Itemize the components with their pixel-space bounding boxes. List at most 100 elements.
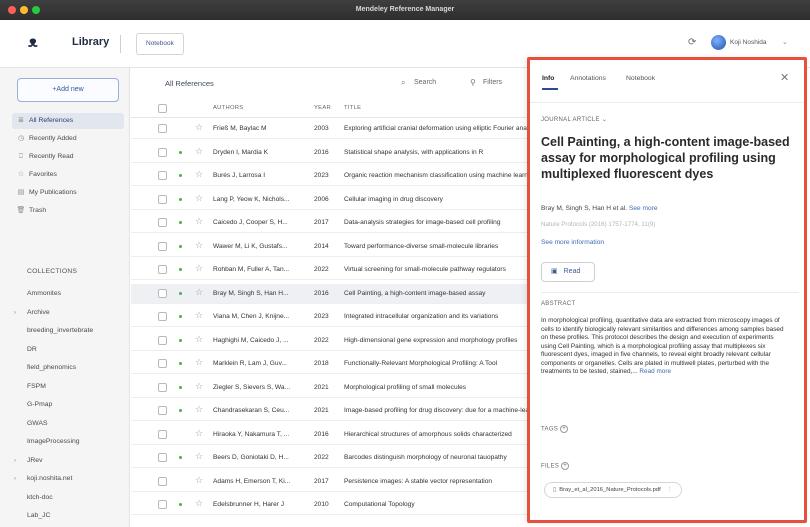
close-icon[interactable]: ✕ [780, 71, 789, 84]
row-checkbox[interactable] [158, 500, 167, 509]
read-button[interactable]: ▣ Read [541, 262, 595, 282]
star-icon[interactable]: ☆ [195, 146, 203, 157]
see-more-authors-link[interactable]: See more [629, 205, 658, 212]
row-checkbox[interactable] [158, 194, 167, 204]
sidebar-item-my-publications[interactable]: ▤ My Publications [12, 185, 124, 201]
row-checkbox[interactable] [158, 265, 167, 274]
more-options-icon[interactable]: ⋮ [667, 487, 673, 493]
row-checkbox[interactable] [158, 335, 167, 345]
sync-icon[interactable]: ⟳ [688, 37, 696, 48]
star-icon[interactable]: ☆ [195, 216, 203, 227]
star-icon[interactable]: ☆ [195, 475, 203, 486]
document-title[interactable]: Cell Painting, a high-content image-base… [541, 134, 796, 182]
table-row[interactable]: ☆ Caicedo J, Cooper S, H... 2017 Data-analy… [131, 213, 531, 233]
add-new-button[interactable]: +Add new [17, 78, 119, 102]
collection-item[interactable]: ImageProcessing [4, 434, 124, 450]
sidebar-item-trash[interactable]: 🗑 Trash [12, 203, 124, 219]
collection-item[interactable]: › Archive [4, 305, 124, 321]
star-icon[interactable]: ☆ [195, 263, 203, 274]
collection-item[interactable]: DR [4, 342, 124, 358]
filter-icon[interactable]: ⚲ [470, 78, 476, 87]
collection-item[interactable]: ktch-doc [4, 490, 124, 506]
see-more-information-link[interactable]: See more information [541, 239, 604, 246]
file-attachment[interactable]: ▯ Bray_et_al_2016_Nature_Protocols.pdf ⋮ [544, 482, 682, 498]
sidebar-item-recently-added[interactable]: ◷ Recently Added [12, 131, 124, 147]
collection-item[interactable]: › koji.noshita.net [4, 471, 124, 487]
tab-info[interactable]: Info [542, 75, 554, 82]
star-icon[interactable]: ☆ [195, 451, 203, 462]
row-checkbox[interactable] [158, 476, 167, 486]
search-button[interactable]: Search [414, 79, 436, 86]
table-row[interactable]: ☆ Marklein R, Lam J, Guv... 2018 Functional… [131, 354, 531, 374]
zoom-window-button[interactable] [32, 6, 40, 14]
table-row[interactable]: ☆ Dryden I, Mardia K 2016 Statistical shape… [131, 143, 531, 163]
chevron-down-icon[interactable]: ⌄ [782, 38, 788, 46]
row-checkbox[interactable] [158, 218, 167, 227]
collection-item[interactable]: field_phenomics [4, 360, 124, 376]
collection-item[interactable]: Ammonites [4, 286, 124, 302]
collection-item[interactable]: GWAS [4, 416, 124, 432]
table-row[interactable]: ☆ Hiraoka Y, Nakamura T, ... 2016 Hierarchi… [131, 425, 531, 445]
collection-item[interactable]: breeding_invertebrate [4, 323, 124, 339]
star-icon[interactable]: ☆ [195, 428, 203, 439]
select-all-checkbox[interactable] [158, 104, 167, 113]
table-row[interactable]: ☆ Viana M, Chen J, Knijne... 2023 Integrate… [131, 307, 531, 327]
sidebar-item-all-references[interactable]: ≣ All References [12, 113, 124, 129]
search-icon[interactable]: ⌕ [401, 78, 405, 88]
star-icon[interactable]: ☆ [195, 240, 203, 251]
star-icon[interactable]: ☆ [195, 334, 203, 345]
table-row[interactable]: ☆ Frieß M, Baylac M 2003 Exploring artifici… [131, 119, 531, 139]
sidebar-item-recently-read[interactable]: ⎕ Recently Read [12, 149, 124, 165]
column-authors[interactable]: AUTHORS [213, 105, 243, 111]
table-row[interactable]: ☆ Ziegler S, Sievers S, Wa... 2021 Morpholo… [131, 378, 531, 398]
chevron-right-icon[interactable]: › [14, 471, 16, 487]
star-icon[interactable]: ☆ [195, 193, 203, 204]
document-type-dropdown[interactable]: JOURNAL ARTICLE ⌄ [541, 116, 607, 123]
row-checkbox[interactable] [158, 429, 167, 439]
row-checkbox[interactable] [158, 382, 167, 392]
table-row[interactable]: ☆ Burés J, Larrosa I 2023 Organic reaction … [131, 166, 531, 186]
row-checkbox[interactable] [158, 241, 167, 251]
row-checkbox[interactable] [158, 171, 167, 180]
table-row[interactable]: ☆ Adams H, Emerson T, Ki... 2017 Persistenc… [131, 472, 531, 492]
avatar[interactable] [711, 35, 726, 50]
user-name[interactable]: Koji Noshida [730, 39, 767, 46]
table-row[interactable]: ☆ Chandrasekaran S, Ceu... 2021 Image-based… [131, 401, 531, 421]
column-title[interactable]: TITLE [344, 105, 361, 111]
table-row[interactable]: ☆ Wawer M, Li K, Gustafs... 2014 Toward per… [131, 237, 531, 257]
table-row[interactable]: ☆ Beers D, Goniotaki D, H... 2022 Barcodes … [131, 448, 531, 468]
tab-notebook[interactable]: Notebook [626, 75, 655, 82]
add-tag-icon[interactable]: + [560, 425, 569, 433]
star-icon[interactable]: ☆ [195, 310, 203, 321]
table-row[interactable]: ☆ Haghighi M, Caicedo J, ... 2022 High-dime… [131, 331, 531, 351]
row-checkbox[interactable] [158, 124, 167, 133]
column-year[interactable]: YEAR [314, 105, 331, 111]
collection-item[interactable]: › JRev [4, 453, 124, 469]
filters-button[interactable]: Filters [483, 79, 502, 86]
chevron-right-icon[interactable]: › [14, 453, 16, 469]
star-icon[interactable]: ☆ [195, 498, 203, 509]
read-more-link[interactable]: Read more [639, 368, 671, 375]
table-row[interactable]: ☆ Lang P, Yeow K, Nichols... 2006 Cellular … [131, 190, 531, 210]
table-row[interactable]: ☆ Rohban M, Fuller A, Tan... 2022 Virtual s… [131, 260, 531, 280]
row-checkbox[interactable] [158, 406, 167, 415]
row-checkbox[interactable] [158, 288, 167, 298]
close-window-button[interactable] [8, 6, 16, 14]
collection-item[interactable]: FSPM [4, 379, 124, 395]
chevron-right-icon[interactable]: › [14, 305, 16, 321]
star-icon[interactable]: ☆ [195, 122, 203, 133]
row-checkbox[interactable] [158, 359, 167, 368]
star-icon[interactable]: ☆ [195, 381, 203, 392]
minimize-window-button[interactable] [20, 6, 28, 14]
table-row[interactable]: ☆ Bray M, Singh S, Han H... 2016 Cell Paint… [131, 283, 531, 304]
star-icon[interactable]: ☆ [195, 404, 203, 415]
table-row[interactable]: ☆ Edelsbrunner H, Harer J 2010 Computationa… [131, 495, 531, 515]
row-checkbox[interactable] [158, 147, 167, 157]
star-icon[interactable]: ☆ [195, 357, 203, 368]
star-icon[interactable]: ☆ [195, 169, 203, 180]
notebook-tab[interactable]: Notebook [136, 33, 184, 55]
row-checkbox[interactable] [158, 312, 167, 321]
add-file-icon[interactable]: + [561, 462, 570, 470]
collection-item[interactable]: G-Pmap [4, 397, 124, 413]
star-icon[interactable]: ☆ [195, 287, 203, 298]
